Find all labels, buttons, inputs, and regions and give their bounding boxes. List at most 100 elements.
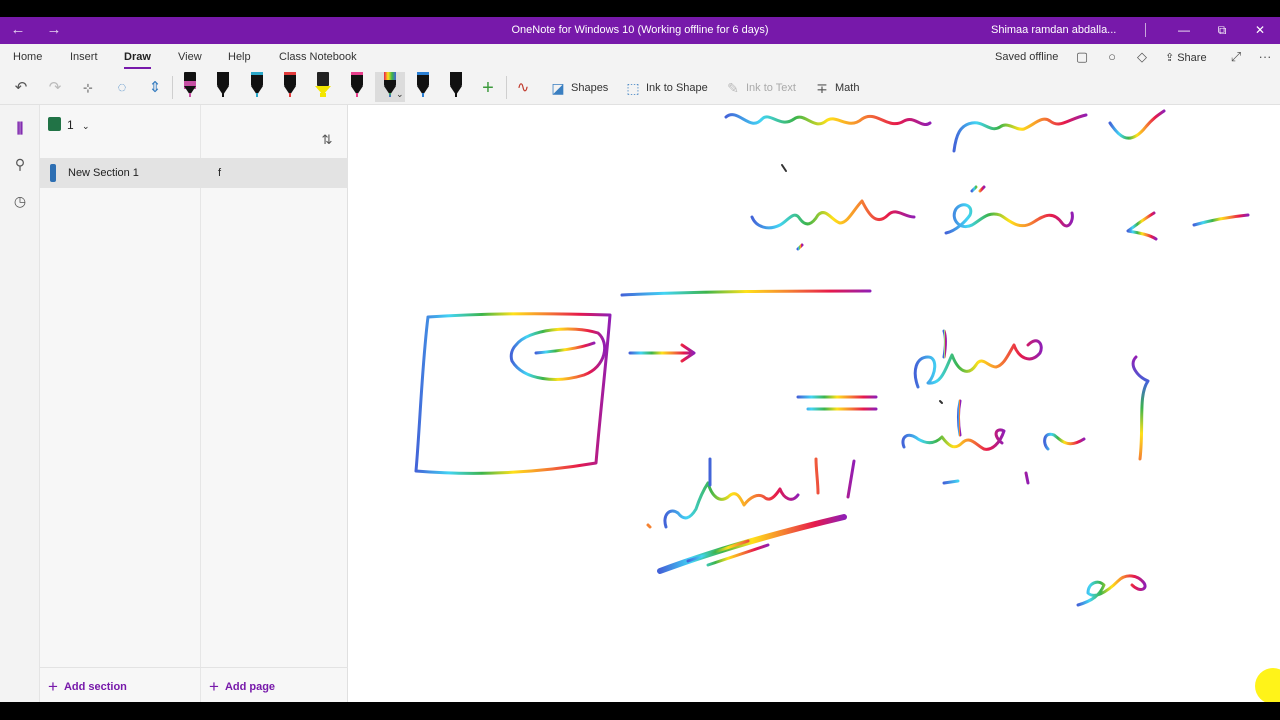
ink-to-text-label: Ink to Text <box>746 82 796 94</box>
tab-help[interactable]: Help <box>228 51 251 63</box>
add-page-button[interactable]: + Add page <box>209 677 275 697</box>
pen-pen-6[interactable] <box>347 72 367 102</box>
expand-icon[interactable]: ⤢ <box>1227 48 1245 66</box>
notebook-icon[interactable]: ▢ <box>1073 48 1091 66</box>
ink-stroke <box>750 199 916 230</box>
ink-stroke <box>1131 355 1150 461</box>
page-item[interactable]: f <box>201 158 348 188</box>
pen-nib <box>222 93 224 97</box>
tab-home[interactable]: Home <box>13 51 42 63</box>
math-button[interactable]: ∓ Math <box>813 79 859 97</box>
ink-stroke <box>657 514 847 574</box>
ink-stroke <box>942 329 947 359</box>
pen-nib <box>422 93 424 97</box>
toolbar-divider <box>506 76 507 99</box>
tab-draw[interactable]: Draw <box>124 51 151 69</box>
lasso-select-icon[interactable]: ◌ <box>112 78 132 98</box>
ink-drawing <box>414 109 1250 607</box>
pen-nib <box>320 93 326 97</box>
ink-stroke <box>686 539 770 567</box>
restore-button[interactable]: ⧉ <box>1202 17 1242 44</box>
undo-icon[interactable]: ↶ <box>11 78 31 98</box>
sort-pages-icon[interactable]: ⇅ <box>319 132 335 148</box>
tab-view[interactable]: View <box>178 51 202 63</box>
ink-stroke <box>939 400 943 404</box>
page-title: f <box>218 167 222 179</box>
ribbon-tabs: Home Insert Draw View Help Class Noteboo… <box>0 44 1280 70</box>
ink-stroke <box>1108 109 1166 140</box>
shapes-button[interactable]: ◪ Shapes <box>549 79 608 97</box>
toolbar-divider <box>172 76 173 99</box>
bell-icon[interactable]: ◇ <box>1133 48 1151 66</box>
pen-rainbow-7[interactable]: ⌄ <box>375 72 405 102</box>
pen-cap <box>384 72 396 80</box>
add-pen-icon[interactable]: + <box>478 78 498 98</box>
pen-cap <box>351 72 363 75</box>
pen-cap <box>284 72 296 75</box>
add-page-label: Add page <box>224 681 276 693</box>
pen-highlighter-5[interactable] <box>313 72 333 102</box>
notebooks-icon[interactable]: ⫼ <box>10 118 30 138</box>
ink-to-shape-label: Ink to Shape <box>646 82 708 94</box>
share-button[interactable]: ⇪ Share <box>1165 51 1207 64</box>
section-color-tab <box>50 164 56 182</box>
minimize-button[interactable]: — <box>1164 17 1204 44</box>
sync-status: Saved offline <box>995 51 1059 63</box>
pen-pen-8[interactable] <box>413 72 433 102</box>
pen-pen-4[interactable] <box>280 72 300 102</box>
lightbulb-icon[interactable]: ○ <box>1103 48 1121 66</box>
sections-pane: 1 ⌄ <box>40 105 201 702</box>
math-icon: ∓ <box>816 80 828 96</box>
notebook-selector[interactable]: 1 ⌄ <box>48 117 90 132</box>
section-item[interactable]: New Section 1 <box>40 158 201 188</box>
search-icon[interactable]: ⚲ <box>10 154 30 174</box>
pen-pen-9[interactable] <box>446 72 466 102</box>
pen-nib <box>389 93 391 97</box>
add-space-icon[interactable]: ⇕ <box>145 78 165 98</box>
more-icon[interactable]: ··· <box>1256 48 1274 66</box>
pen-cap <box>450 72 462 75</box>
ink-to-text-icon: ✎ <box>727 80 739 96</box>
pen-nib <box>356 93 358 97</box>
chevron-down-icon: ⌄ <box>82 121 90 131</box>
ink-stroke <box>942 471 1030 485</box>
tab-insert[interactable]: Insert <box>70 51 98 63</box>
pen-pen-3[interactable] <box>247 72 267 102</box>
user-account[interactable]: Shimaa ramdan abdalla... <box>991 24 1116 36</box>
shapes-label: Shapes <box>571 82 609 94</box>
pen-pen-2[interactable] <box>213 72 233 102</box>
redo-icon[interactable]: ↷ <box>45 78 65 98</box>
pen-cap <box>317 72 329 75</box>
pointer-highlight <box>1255 668 1280 702</box>
close-button[interactable]: ✕ <box>1240 17 1280 44</box>
ink-stroke <box>646 523 652 529</box>
tab-class-notebook[interactable]: Class Notebook <box>279 51 357 63</box>
shapes-icon: ◪ <box>551 80 565 96</box>
ink-stroke <box>1126 211 1158 241</box>
page-canvas[interactable] <box>348 105 1280 702</box>
ink-to-text-button[interactable]: ✎ Ink to Text <box>724 79 796 97</box>
ink-stroke <box>1192 213 1250 227</box>
add-section-button[interactable]: + Add section <box>48 677 127 697</box>
recent-icon[interactable]: ◷ <box>10 191 30 211</box>
pen-nib <box>455 93 457 97</box>
chevron-down-icon[interactable]: ⌄ <box>396 89 404 100</box>
ink-stroke <box>781 164 787 172</box>
pen-cap <box>217 72 229 75</box>
pen-marker-1[interactable] <box>180 72 200 102</box>
ink-stroke <box>534 341 596 355</box>
pen-nib <box>256 93 258 97</box>
ink-stroke <box>952 113 1088 153</box>
pane-footer-divider <box>40 667 348 668</box>
ink-stroke <box>1043 432 1086 451</box>
ink-stroke <box>628 343 696 363</box>
section-name: New Section 1 <box>68 167 139 179</box>
lasso-type-icon[interactable]: ⊹ <box>78 78 98 98</box>
plus-icon: + <box>209 677 219 696</box>
ink-stroke <box>620 289 872 297</box>
draw-toolbar: ↶ ↷ ⊹ ◌ ⇕ ⌄ + ∿ ◪ Shapes ⬚ Ink to Shape ✎ I… <box>0 70 1280 105</box>
title-bar: ← → OneNote for Windows 10 (Working offl… <box>0 17 1280 44</box>
ink-to-shape-button[interactable]: ⬚ Ink to Shape <box>624 79 708 97</box>
ink-to-shape-icon: ⬚ <box>626 80 640 96</box>
ink-replay-icon[interactable]: ∿ <box>513 78 533 98</box>
